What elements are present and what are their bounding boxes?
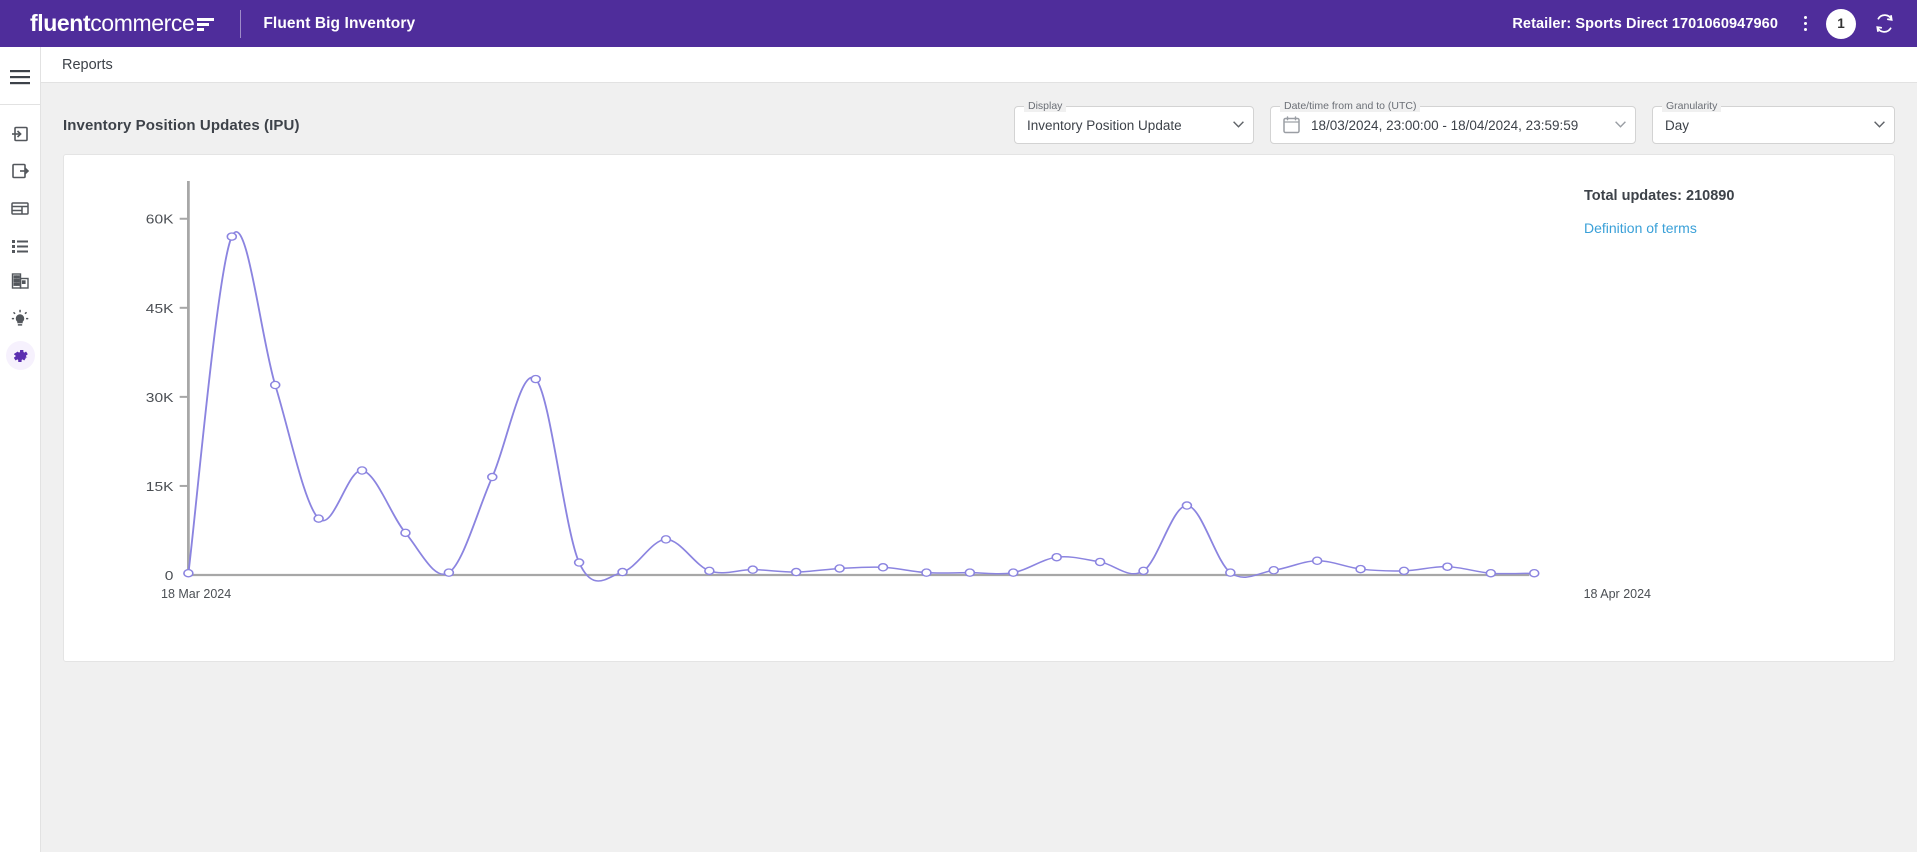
chart-plot-area: 0 15K 30K 45K 60K 18 Mar 2024 bbox=[64, 155, 1584, 661]
calendar-icon bbox=[1283, 116, 1300, 134]
display-select[interactable]: Display Inventory Position Update bbox=[1014, 106, 1254, 144]
chevron-down-icon[interactable] bbox=[1219, 121, 1244, 130]
line-chart[interactable]: 0 15K 30K 45K 60K bbox=[64, 155, 1584, 661]
sidebar-item-outbound[interactable] bbox=[0, 152, 41, 189]
filter-bar: Display Inventory Position Update Date/t… bbox=[1014, 106, 1895, 144]
notification-count-badge[interactable]: 1 bbox=[1826, 9, 1856, 39]
svg-text:60K: 60K bbox=[146, 212, 174, 226]
app-title: Fluent Big Inventory bbox=[263, 15, 415, 33]
hamburger-menu-icon[interactable] bbox=[0, 58, 41, 95]
granularity-select-legend: Granularity bbox=[1662, 100, 1721, 112]
page-content: Inventory Position Updates (IPU) Display… bbox=[41, 83, 1917, 852]
display-select-value: Inventory Position Update bbox=[1027, 118, 1182, 133]
report-header-row: Inventory Position Updates (IPU) Display… bbox=[41, 83, 1917, 145]
logo-text-fluent: fluent bbox=[30, 12, 90, 35]
chart-card: 0 15K 30K 45K 60K 18 Mar 2024 Total updates:… bbox=[63, 154, 1895, 662]
chevron-down-icon[interactable] bbox=[1601, 121, 1626, 130]
refresh-icon[interactable] bbox=[1873, 13, 1895, 35]
top-app-bar: fluentcommerce Fluent Big Inventory Reta… bbox=[0, 0, 1917, 47]
svg-text:30K: 30K bbox=[146, 390, 174, 404]
more-vertical-icon[interactable] bbox=[1792, 10, 1818, 38]
fluentcommerce-logo: fluentcommerce bbox=[30, 12, 214, 35]
total-updates-label: Total updates: 210890 bbox=[1584, 188, 1894, 204]
granularity-select[interactable]: Granularity Day bbox=[1652, 106, 1895, 144]
sidebar-item-lightbulb[interactable] bbox=[0, 300, 41, 337]
topbar-right-group: Retailer: Sports Direct 1701060947960 1 bbox=[1512, 9, 1895, 39]
display-select-legend: Display bbox=[1024, 100, 1066, 112]
datetime-range-value: 18/03/2024, 23:00:00 - 18/04/2024, 23:59… bbox=[1311, 118, 1578, 133]
granularity-select-value: Day bbox=[1665, 118, 1689, 133]
settings-active-highlight bbox=[6, 341, 35, 370]
sidebar-divider bbox=[0, 104, 41, 105]
sidebar-item-buildings[interactable] bbox=[0, 263, 41, 300]
logo-bars-icon bbox=[197, 18, 214, 31]
page-header: Reports bbox=[41, 47, 1917, 83]
sidebar-item-list[interactable] bbox=[0, 226, 41, 263]
left-sidebar bbox=[0, 47, 41, 852]
x-axis-end-label: 18 Apr 2024 bbox=[1584, 587, 1651, 601]
svg-text:45K: 45K bbox=[146, 301, 174, 315]
logo-text-commerce: commerce bbox=[90, 12, 194, 35]
sidebar-item-card-layout[interactable] bbox=[0, 189, 41, 226]
page-title: Reports bbox=[62, 57, 113, 73]
main-region: Reports Inventory Position Updates (IPU)… bbox=[41, 47, 1917, 852]
x-axis-start-label: 18 Mar 2024 bbox=[161, 587, 231, 601]
chevron-down-icon[interactable] bbox=[1860, 121, 1885, 130]
definition-of-terms-link[interactable]: Definition of terms bbox=[1584, 220, 1894, 236]
brand-divider bbox=[240, 10, 241, 38]
svg-text:15K: 15K bbox=[146, 479, 174, 493]
datetime-range-legend: Date/time from and to (UTC) bbox=[1280, 100, 1420, 112]
body-wrapper: Reports Inventory Position Updates (IPU)… bbox=[0, 47, 1917, 852]
gear-icon bbox=[11, 347, 29, 365]
svg-text:0: 0 bbox=[165, 568, 174, 582]
retailer-label: Retailer: Sports Direct 1701060947960 bbox=[1512, 16, 1778, 32]
datetime-range-field[interactable]: Date/time from and to (UTC) 18/03/2024, … bbox=[1270, 106, 1636, 144]
chart-summary-panel: Total updates: 210890 Definition of term… bbox=[1584, 155, 1894, 661]
report-title: Inventory Position Updates (IPU) bbox=[63, 117, 300, 134]
chart-svg-holder: 0 15K 30K 45K 60K bbox=[64, 155, 1584, 661]
sidebar-item-settings[interactable] bbox=[0, 337, 41, 374]
sidebar-item-inbound[interactable] bbox=[0, 115, 41, 152]
